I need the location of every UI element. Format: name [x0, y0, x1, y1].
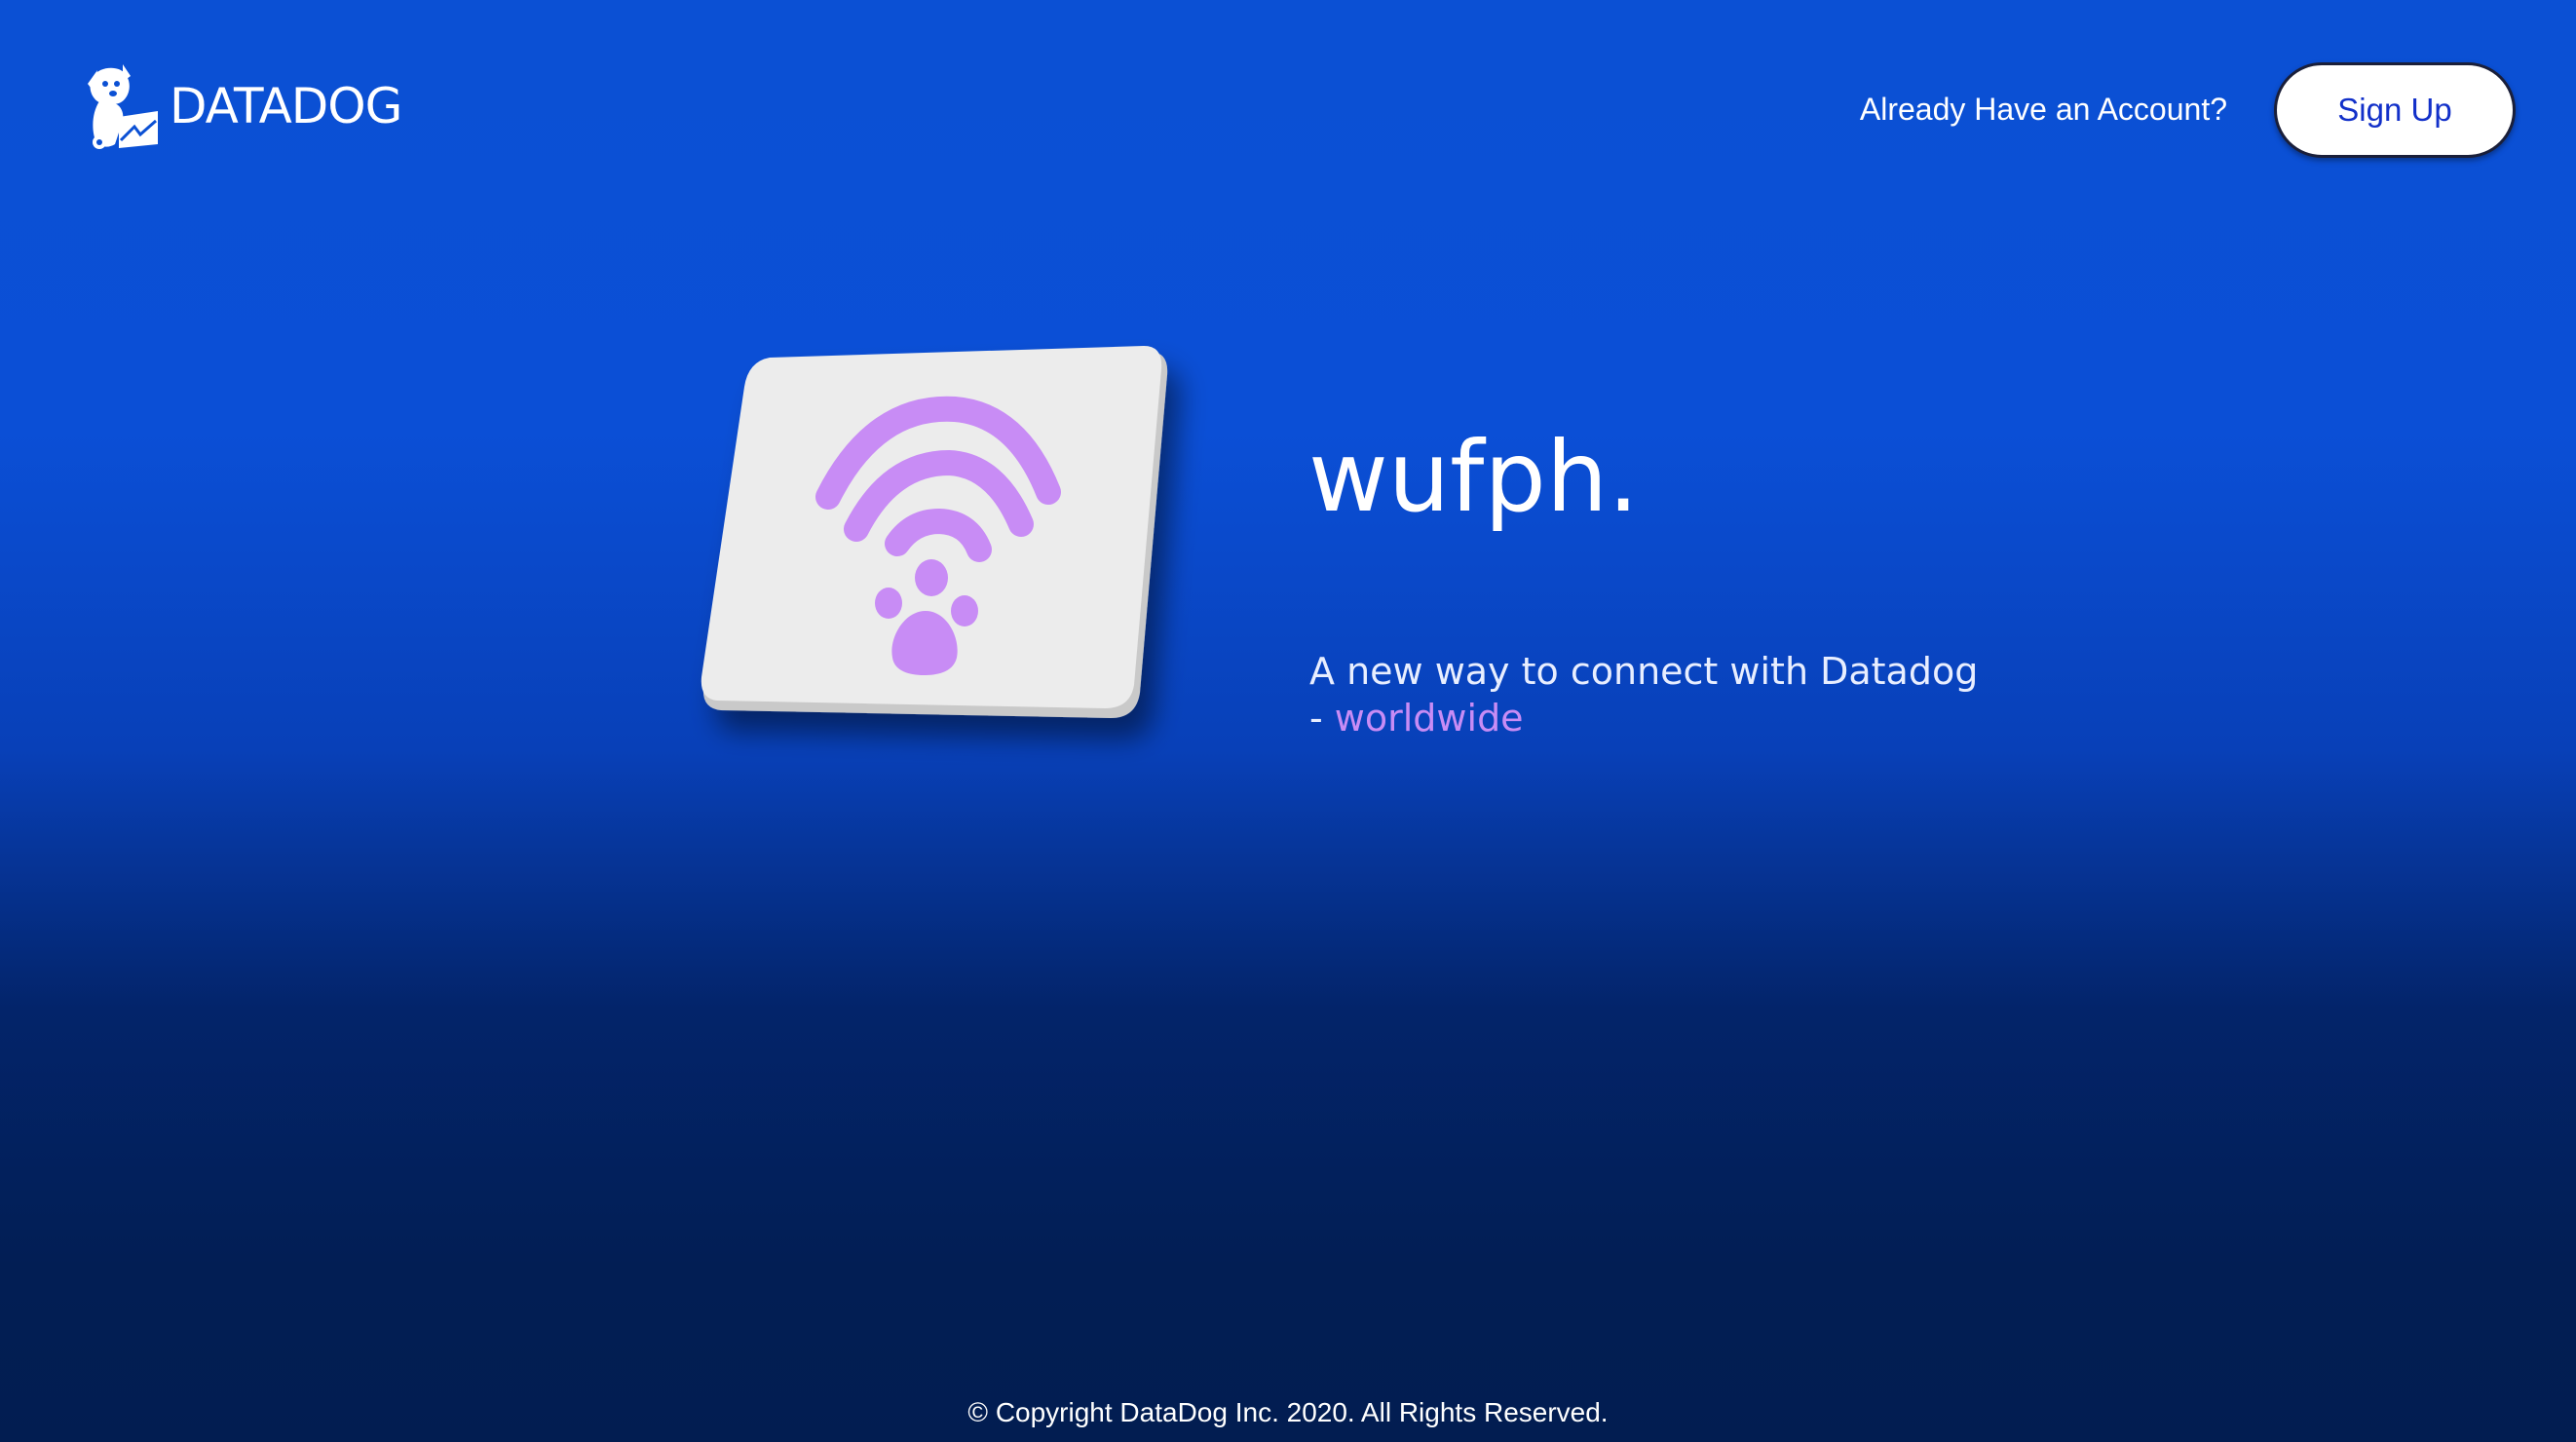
- sign-up-button[interactable]: Sign Up: [2274, 61, 2516, 158]
- login-link[interactable]: Already Have an Account?: [1860, 92, 2227, 128]
- brand-name: DATADOG: [170, 78, 402, 134]
- datadog-dog-icon: [88, 64, 158, 149]
- tagline-prefix: -: [1309, 697, 1335, 740]
- wifi-paw-icon: [694, 336, 1181, 755]
- header-actions: Already Have an Account? Sign Up: [1860, 59, 2516, 160]
- tagline-accent: worldwide: [1334, 697, 1524, 740]
- hero-title: wufph.: [1308, 420, 1640, 534]
- hero-tagline: A new way to connect with Datadog - worl…: [1309, 648, 2186, 741]
- tagline-main: A new way to connect with Datadog: [1309, 650, 1979, 693]
- brand-logo[interactable]: DATADOG: [84, 62, 402, 150]
- footer-copyright: © Copyright DataDog Inc. 2020. All Right…: [967, 1397, 1609, 1427]
